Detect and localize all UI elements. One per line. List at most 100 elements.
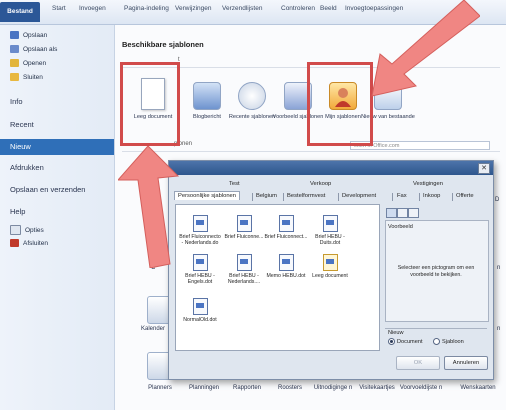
tab-sales[interactable]: Verkoop: [310, 181, 331, 187]
preview-label: Voorbeeld: [388, 224, 413, 230]
nav-save-send[interactable]: Opslaan en verzenden: [10, 185, 85, 194]
template-item[interactable]: Leeg document: [308, 254, 352, 279]
exit-icon: [10, 239, 19, 248]
nav-save-as[interactable]: Opslaan als: [10, 44, 57, 56]
template-item[interactable]: NormalOld.dot: [178, 298, 222, 323]
highlight-my-templates: [307, 62, 373, 146]
category-calendar[interactable]: Kalender: [141, 326, 165, 332]
template-name: Brief Fluiconnect...: [264, 234, 308, 240]
save-as-icon: [10, 45, 19, 54]
category-planners[interactable]: Planners: [136, 385, 184, 391]
nav-recent[interactable]: Recent: [10, 120, 34, 129]
template-name: Brief Fluiconnecto - Nederlands.do: [179, 234, 221, 246]
template-name: Brief HEBU - Engels.dot: [185, 273, 215, 285]
tab-fax[interactable]: Fax: [397, 193, 407, 199]
template-item[interactable]: Brief Fluiconne...: [222, 215, 266, 240]
save-icon: [10, 31, 19, 40]
nav-info[interactable]: Info: [10, 97, 23, 106]
cancel-button[interactable]: Annuleren: [444, 356, 488, 370]
nav-exit[interactable]: Afsluiten: [10, 238, 48, 250]
nav-save[interactable]: Opslaan: [10, 30, 47, 42]
template-name: Brief HEBU - Nederlands....: [227, 273, 261, 285]
options-icon: [10, 225, 21, 236]
word-template-icon: [322, 254, 338, 271]
nav-close-label: Sluiten: [23, 74, 43, 81]
tab-development[interactable]: Development: [342, 193, 376, 199]
nav-options[interactable]: Opties: [10, 225, 44, 237]
word-template-icon: [278, 254, 294, 271]
word-template-icon: [278, 215, 294, 232]
large-icons-view-button[interactable]: [386, 208, 397, 218]
radio-template[interactable]: Sjabloon: [433, 338, 464, 345]
section-title: Beschikbare sjablonen: [122, 40, 204, 49]
template-item[interactable]: Brief HEBU - Nederlands....: [222, 254, 266, 285]
category-inventory[interactable]: Voorvoeldijste n: [397, 385, 445, 392]
tab-insert[interactable]: Invoegen: [79, 5, 106, 12]
list-view-button[interactable]: [397, 208, 408, 218]
category-label[interactable]: C: [151, 265, 155, 271]
word-template-icon: [192, 298, 208, 315]
template-item[interactable]: Memo HEBU.dot: [264, 254, 308, 279]
tab-file[interactable]: Bestand: [0, 2, 40, 22]
nav-options-label: Opties: [25, 227, 44, 234]
tab-separator: [252, 193, 253, 201]
category-schedules[interactable]: Planningen: [180, 385, 228, 391]
category-label[interactable]: A: [143, 197, 147, 203]
nav-new[interactable]: Nieuw: [0, 139, 114, 155]
ribbon-tab-bar: Bestand Start Invoegen Pagina-indeling V…: [0, 0, 506, 25]
category-business-cards[interactable]: Visitekaartjes: [353, 385, 401, 391]
category-greeting-cards[interactable]: Wenskaarten: [452, 385, 504, 391]
tab-quote[interactable]: Offerte: [456, 193, 474, 199]
details-view-button[interactable]: [408, 208, 419, 218]
radio-document[interactable]: Document: [388, 338, 423, 345]
nav-open[interactable]: Openen: [10, 58, 46, 70]
tab-purchasing[interactable]: Inkoop: [423, 193, 440, 199]
tab-separator: [452, 193, 453, 201]
ok-button[interactable]: OK: [396, 356, 440, 370]
tab-start[interactable]: Start: [52, 5, 66, 12]
nav-save-label: Opslaan: [23, 32, 48, 39]
close-icon[interactable]: ✕: [478, 163, 490, 174]
category-label[interactable]: D: [495, 197, 499, 203]
category-invitations[interactable]: Uitnodiginge n: [309, 385, 357, 392]
dialog-title-bar[interactable]: [169, 161, 493, 175]
tab-personal-templates[interactable]: Persoonlijke sjablonen: [174, 191, 241, 200]
create-new-label: Nieuw: [388, 330, 404, 336]
template-name: Memo HEBU.dot: [266, 273, 306, 279]
category-reports[interactable]: Rapporten: [223, 385, 271, 391]
nav-exit-label: Afsluiten: [23, 240, 48, 247]
template-item[interactable]: Brief Fluiconnect...: [264, 215, 308, 240]
template-name: NormalOld.dot: [183, 317, 217, 323]
category-label[interactable]: n: [497, 326, 500, 332]
nav-close[interactable]: Sluiten: [10, 72, 43, 84]
tab-order-form[interactable]: Bestelformvest: [287, 193, 325, 199]
template-name: Brief Fluiconne...: [224, 234, 264, 240]
template-item[interactable]: Brief HEBU - Engels.dot: [178, 254, 222, 285]
tab-references[interactable]: Verwijzingen: [175, 5, 212, 12]
template-name: Brief HEBU - Duits.dot: [315, 234, 345, 246]
category-rosters[interactable]: Roosters: [266, 385, 314, 391]
tab-separator: [283, 193, 284, 201]
tab-addins[interactable]: Invoegtoepassingen: [345, 5, 403, 12]
template-item[interactable]: Brief HEBU - Duits.dot: [308, 215, 352, 246]
tab-mailings[interactable]: Verzendlijsten: [222, 5, 262, 12]
tab-separator: [392, 193, 393, 201]
new-from-existing-icon: [374, 82, 402, 110]
template-item[interactable]: Brief Fluiconnecto - Nederlands.do: [178, 215, 222, 246]
preview-hint: Selecteer een pictogram om een voorbeeld…: [397, 265, 475, 278]
tab-belgium[interactable]: Belgium: [256, 193, 277, 199]
tab-page-layout[interactable]: Pagina-indeling: [124, 5, 169, 12]
nav-open-label: Openen: [23, 60, 47, 67]
tab-separator: [338, 193, 339, 201]
radio-selected-icon: [388, 338, 395, 345]
tab-view[interactable]: Beeld: [320, 5, 337, 12]
tab-test[interactable]: Test: [229, 181, 240, 187]
folder-open-icon: [10, 59, 19, 68]
word-template-icon: [322, 215, 338, 232]
nav-help[interactable]: Help: [10, 207, 25, 216]
tab-branches[interactable]: Vestigingen: [413, 181, 443, 187]
nav-print[interactable]: Afdrukken: [10, 163, 44, 172]
category-label[interactable]: n: [497, 265, 500, 271]
blog-post-icon: [193, 82, 221, 110]
tab-review[interactable]: Controleren: [281, 5, 315, 12]
